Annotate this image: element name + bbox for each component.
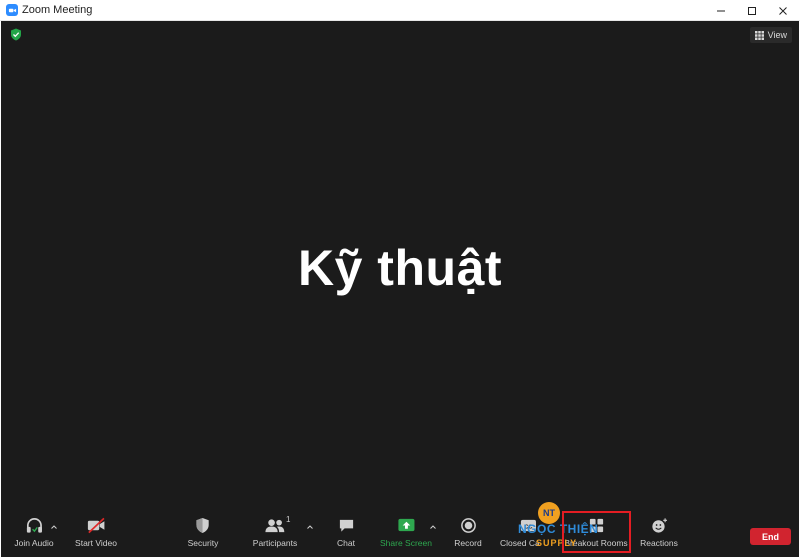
title-bar: Zoom Meeting bbox=[0, 0, 800, 21]
chat-bubble-icon bbox=[339, 519, 353, 532]
participants-options-caret[interactable] bbox=[306, 518, 314, 529]
share-screen-button[interactable]: Share Screen bbox=[380, 515, 432, 555]
chat-button[interactable]: Chat bbox=[331, 515, 361, 555]
shield-icon bbox=[196, 517, 210, 533]
reactions-label: Reactions bbox=[640, 538, 678, 548]
close-button[interactable] bbox=[768, 0, 798, 21]
encryption-shield-icon[interactable] bbox=[10, 28, 22, 41]
minimize-icon bbox=[717, 10, 725, 11]
headphones-icon bbox=[26, 517, 42, 533]
record-button[interactable]: Record bbox=[451, 515, 485, 555]
reactions-button[interactable]: Reactions bbox=[638, 515, 680, 555]
video-off-icon bbox=[87, 517, 105, 533]
shared-content-text: Kỹ thuật bbox=[298, 240, 502, 296]
view-button[interactable]: View bbox=[749, 27, 792, 43]
breakout-rooms-highlight bbox=[562, 511, 631, 553]
svg-text:CC: CC bbox=[524, 524, 532, 530]
meeting-stage: View Kỹ thuật bbox=[1, 21, 799, 557]
start-video-button[interactable]: Start Video bbox=[73, 515, 119, 555]
closed-captions-button[interactable]: CC Closed Ca bbox=[498, 515, 558, 555]
share-screen-icon bbox=[397, 518, 415, 531]
chat-label: Chat bbox=[337, 538, 355, 548]
security-label: Security bbox=[187, 538, 219, 548]
join-audio-label: Join Audio bbox=[14, 538, 54, 548]
share-screen-label: Share Screen bbox=[380, 538, 432, 548]
participants-icon bbox=[265, 518, 284, 532]
participants-button[interactable]: Participants bbox=[250, 515, 300, 555]
meeting-toolbar: Join Audio Start Video Security Particip… bbox=[1, 513, 799, 557]
minimize-button[interactable] bbox=[706, 0, 736, 21]
record-label: Record bbox=[454, 538, 482, 548]
chevron-up-icon bbox=[51, 525, 57, 529]
closed-captions-label: Closed Ca bbox=[500, 538, 540, 548]
record-icon bbox=[460, 517, 476, 533]
participants-count: 1 bbox=[286, 515, 291, 524]
chevron-up-icon bbox=[307, 525, 313, 529]
view-label: View bbox=[767, 30, 787, 40]
window-title: Zoom Meeting bbox=[22, 4, 93, 16]
maximize-icon bbox=[748, 6, 756, 15]
grid-view-icon bbox=[754, 30, 764, 40]
smiley-plus-icon bbox=[651, 517, 667, 533]
security-button[interactable]: Security bbox=[183, 515, 223, 555]
close-icon bbox=[779, 6, 787, 15]
zoom-app-icon bbox=[6, 4, 18, 16]
chevron-up-icon bbox=[430, 525, 436, 529]
share-options-caret[interactable] bbox=[429, 518, 437, 529]
end-meeting-button[interactable]: End bbox=[750, 528, 791, 545]
closed-captions-icon: CC bbox=[520, 519, 536, 531]
maximize-button[interactable] bbox=[737, 0, 767, 21]
start-video-label: Start Video bbox=[75, 538, 117, 548]
participants-label: Participants bbox=[252, 538, 298, 548]
audio-options-caret[interactable] bbox=[50, 518, 58, 529]
